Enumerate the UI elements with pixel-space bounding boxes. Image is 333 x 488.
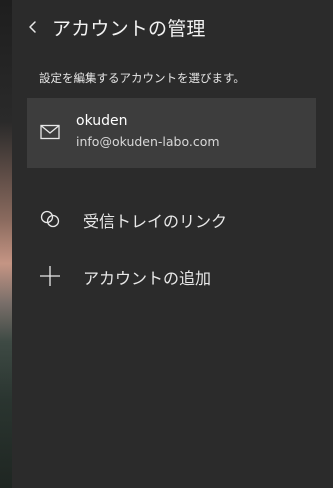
link-inboxes-button[interactable]: 受信トレイのリンク: [12, 196, 333, 240]
mail-icon: [40, 124, 60, 140]
page-title: アカウントの管理: [52, 18, 206, 40]
back-button[interactable]: [22, 13, 44, 41]
link-inboxes-label: 受信トレイのリンク: [83, 212, 228, 231]
plus-icon: [40, 266, 60, 286]
manage-accounts-pane: アカウントの管理 設定を編集するアカウントを選びます。 okuden info@…: [12, 0, 333, 488]
header: アカウントの管理: [12, 0, 333, 54]
app-window: アカウントの管理 設定を編集するアカウントを選びます。 okuden info@…: [0, 0, 333, 488]
add-account-button[interactable]: アカウントの追加: [12, 253, 333, 297]
account-name: okuden: [76, 113, 128, 129]
chevron-left-icon: [29, 21, 36, 33]
desktop-background: [0, 0, 12, 488]
instruction-text: 設定を編集するアカウントを選びます。: [39, 71, 245, 85]
account-item[interactable]: okuden info@okuden-labo.com: [27, 98, 316, 168]
account-email: info@okuden-labo.com: [76, 134, 220, 149]
link-icon: [40, 210, 60, 228]
add-account-label: アカウントの追加: [83, 269, 212, 288]
